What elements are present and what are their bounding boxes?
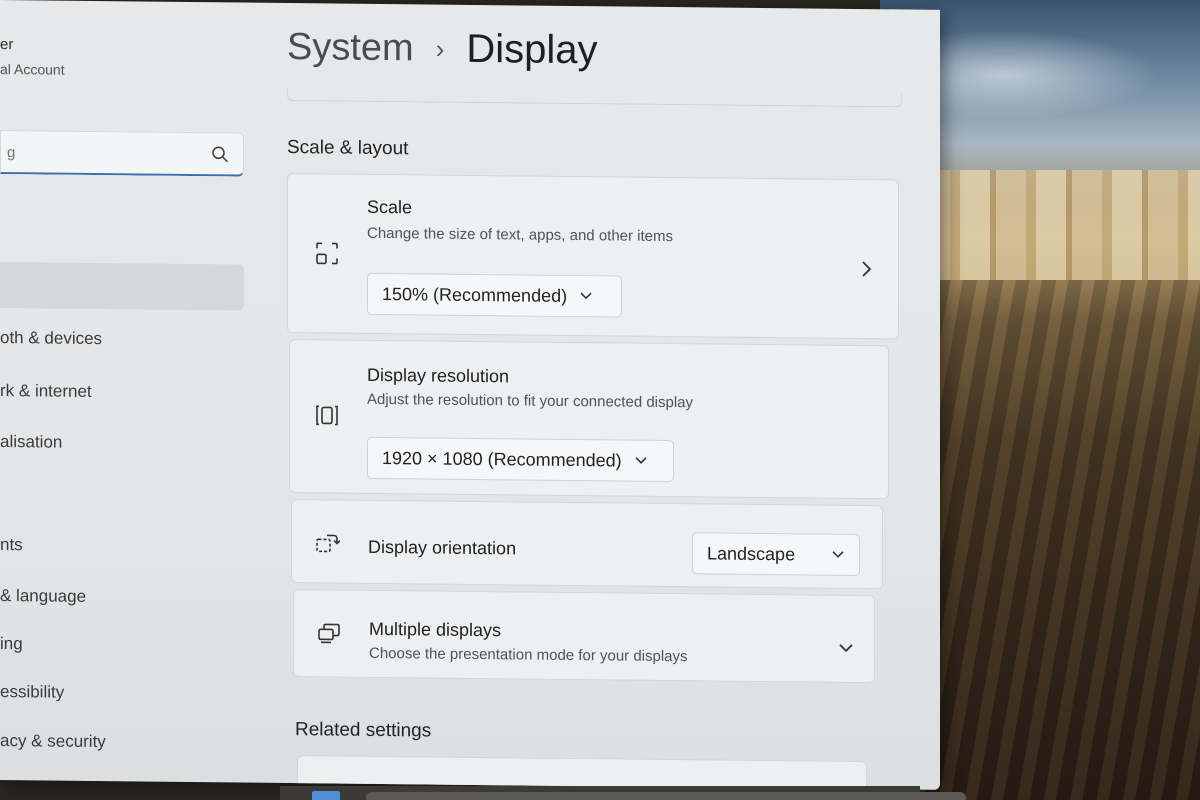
- sidebar-item-bluetooth-devices[interactable]: oth & devices: [0, 328, 102, 349]
- scale-icon: [316, 242, 338, 265]
- orientation-dropdown-value: Landscape: [707, 542, 796, 564]
- sidebar-item-network-internet[interactable]: rk & internet: [0, 381, 92, 402]
- resolution-card: Display resolution Adjust the resolution…: [289, 339, 889, 500]
- resolution-title: Display resolution: [367, 364, 510, 387]
- taskbar-search[interactable]: [366, 792, 966, 800]
- resolution-description: Adjust the resolution to fit your connec…: [367, 390, 694, 412]
- section-title-related-settings: Related settings: [295, 719, 432, 742]
- sidebar-item-privacy-security[interactable]: acy & security: [0, 731, 106, 752]
- scale-dropdown[interactable]: 150% (Recommended): [367, 272, 622, 318]
- multiple-displays-description: Choose the presentation mode for your di…: [369, 644, 688, 666]
- scale-dropdown-value: 150% (Recommended): [382, 283, 568, 306]
- resolution-dropdown-value: 1920 × 1080 (Recommended): [382, 447, 622, 471]
- sidebar: er al Account oth & devices rk & interne…: [0, 0, 260, 783]
- multiple-displays-title: Multiple displays: [369, 618, 502, 641]
- search-input[interactable]: [7, 139, 197, 168]
- sidebar-item-accounts[interactable]: nts: [0, 535, 23, 555]
- orientation-title: Display orientation: [368, 536, 517, 559]
- multiple-displays-icon: [318, 623, 340, 644]
- breadcrumb-system[interactable]: System: [287, 26, 414, 70]
- sidebar-item-time-language[interactable]: & language: [0, 586, 86, 607]
- search-box[interactable]: [0, 130, 244, 177]
- account-type: al Account: [0, 61, 65, 78]
- sidebar-item-gaming[interactable]: ing: [0, 634, 23, 654]
- sidebar-item-system[interactable]: [0, 262, 244, 311]
- orientation-icon: [316, 534, 340, 553]
- scale-card[interactable]: Scale Change the size of text, apps, and…: [287, 173, 899, 340]
- scale-description: Change the size of text, apps, and other…: [367, 224, 674, 246]
- orientation-card: Display orientation Landscape: [291, 499, 883, 590]
- sidebar-item-accessibility[interactable]: essibility: [0, 682, 64, 703]
- chevron-right-icon[interactable]: [860, 260, 872, 278]
- start-button[interactable]: [312, 791, 340, 800]
- chevron-down-icon: [832, 551, 844, 558]
- multiple-displays-card[interactable]: Multiple displays Choose the presentatio…: [293, 589, 875, 684]
- wallpaper-cliff: [910, 280, 1200, 800]
- chevron-down-icon: [580, 292, 592, 300]
- chevron-down-icon[interactable]: [838, 642, 854, 654]
- account-name: er: [0, 36, 14, 54]
- wallpaper-town: [920, 170, 1200, 280]
- page-title: Display: [466, 26, 598, 72]
- sidebar-item-personalisation[interactable]: alisation: [0, 432, 62, 453]
- section-title-scale-layout: Scale & layout: [287, 137, 409, 160]
- chevron-down-icon: [635, 457, 647, 464]
- breadcrumb: System › Display: [287, 17, 598, 80]
- scale-title: Scale: [367, 196, 413, 218]
- related-settings-card[interactable]: [297, 755, 867, 790]
- orientation-dropdown[interactable]: Landscape: [692, 532, 860, 577]
- resolution-dropdown[interactable]: 1920 × 1080 (Recommended): [367, 436, 674, 483]
- search-icon[interactable]: [211, 145, 229, 163]
- header-divider: [287, 87, 902, 108]
- resolution-icon: [316, 405, 338, 426]
- breadcrumb-separator: ›: [435, 33, 445, 64]
- settings-window: er al Account oth & devices rk & interne…: [0, 0, 940, 790]
